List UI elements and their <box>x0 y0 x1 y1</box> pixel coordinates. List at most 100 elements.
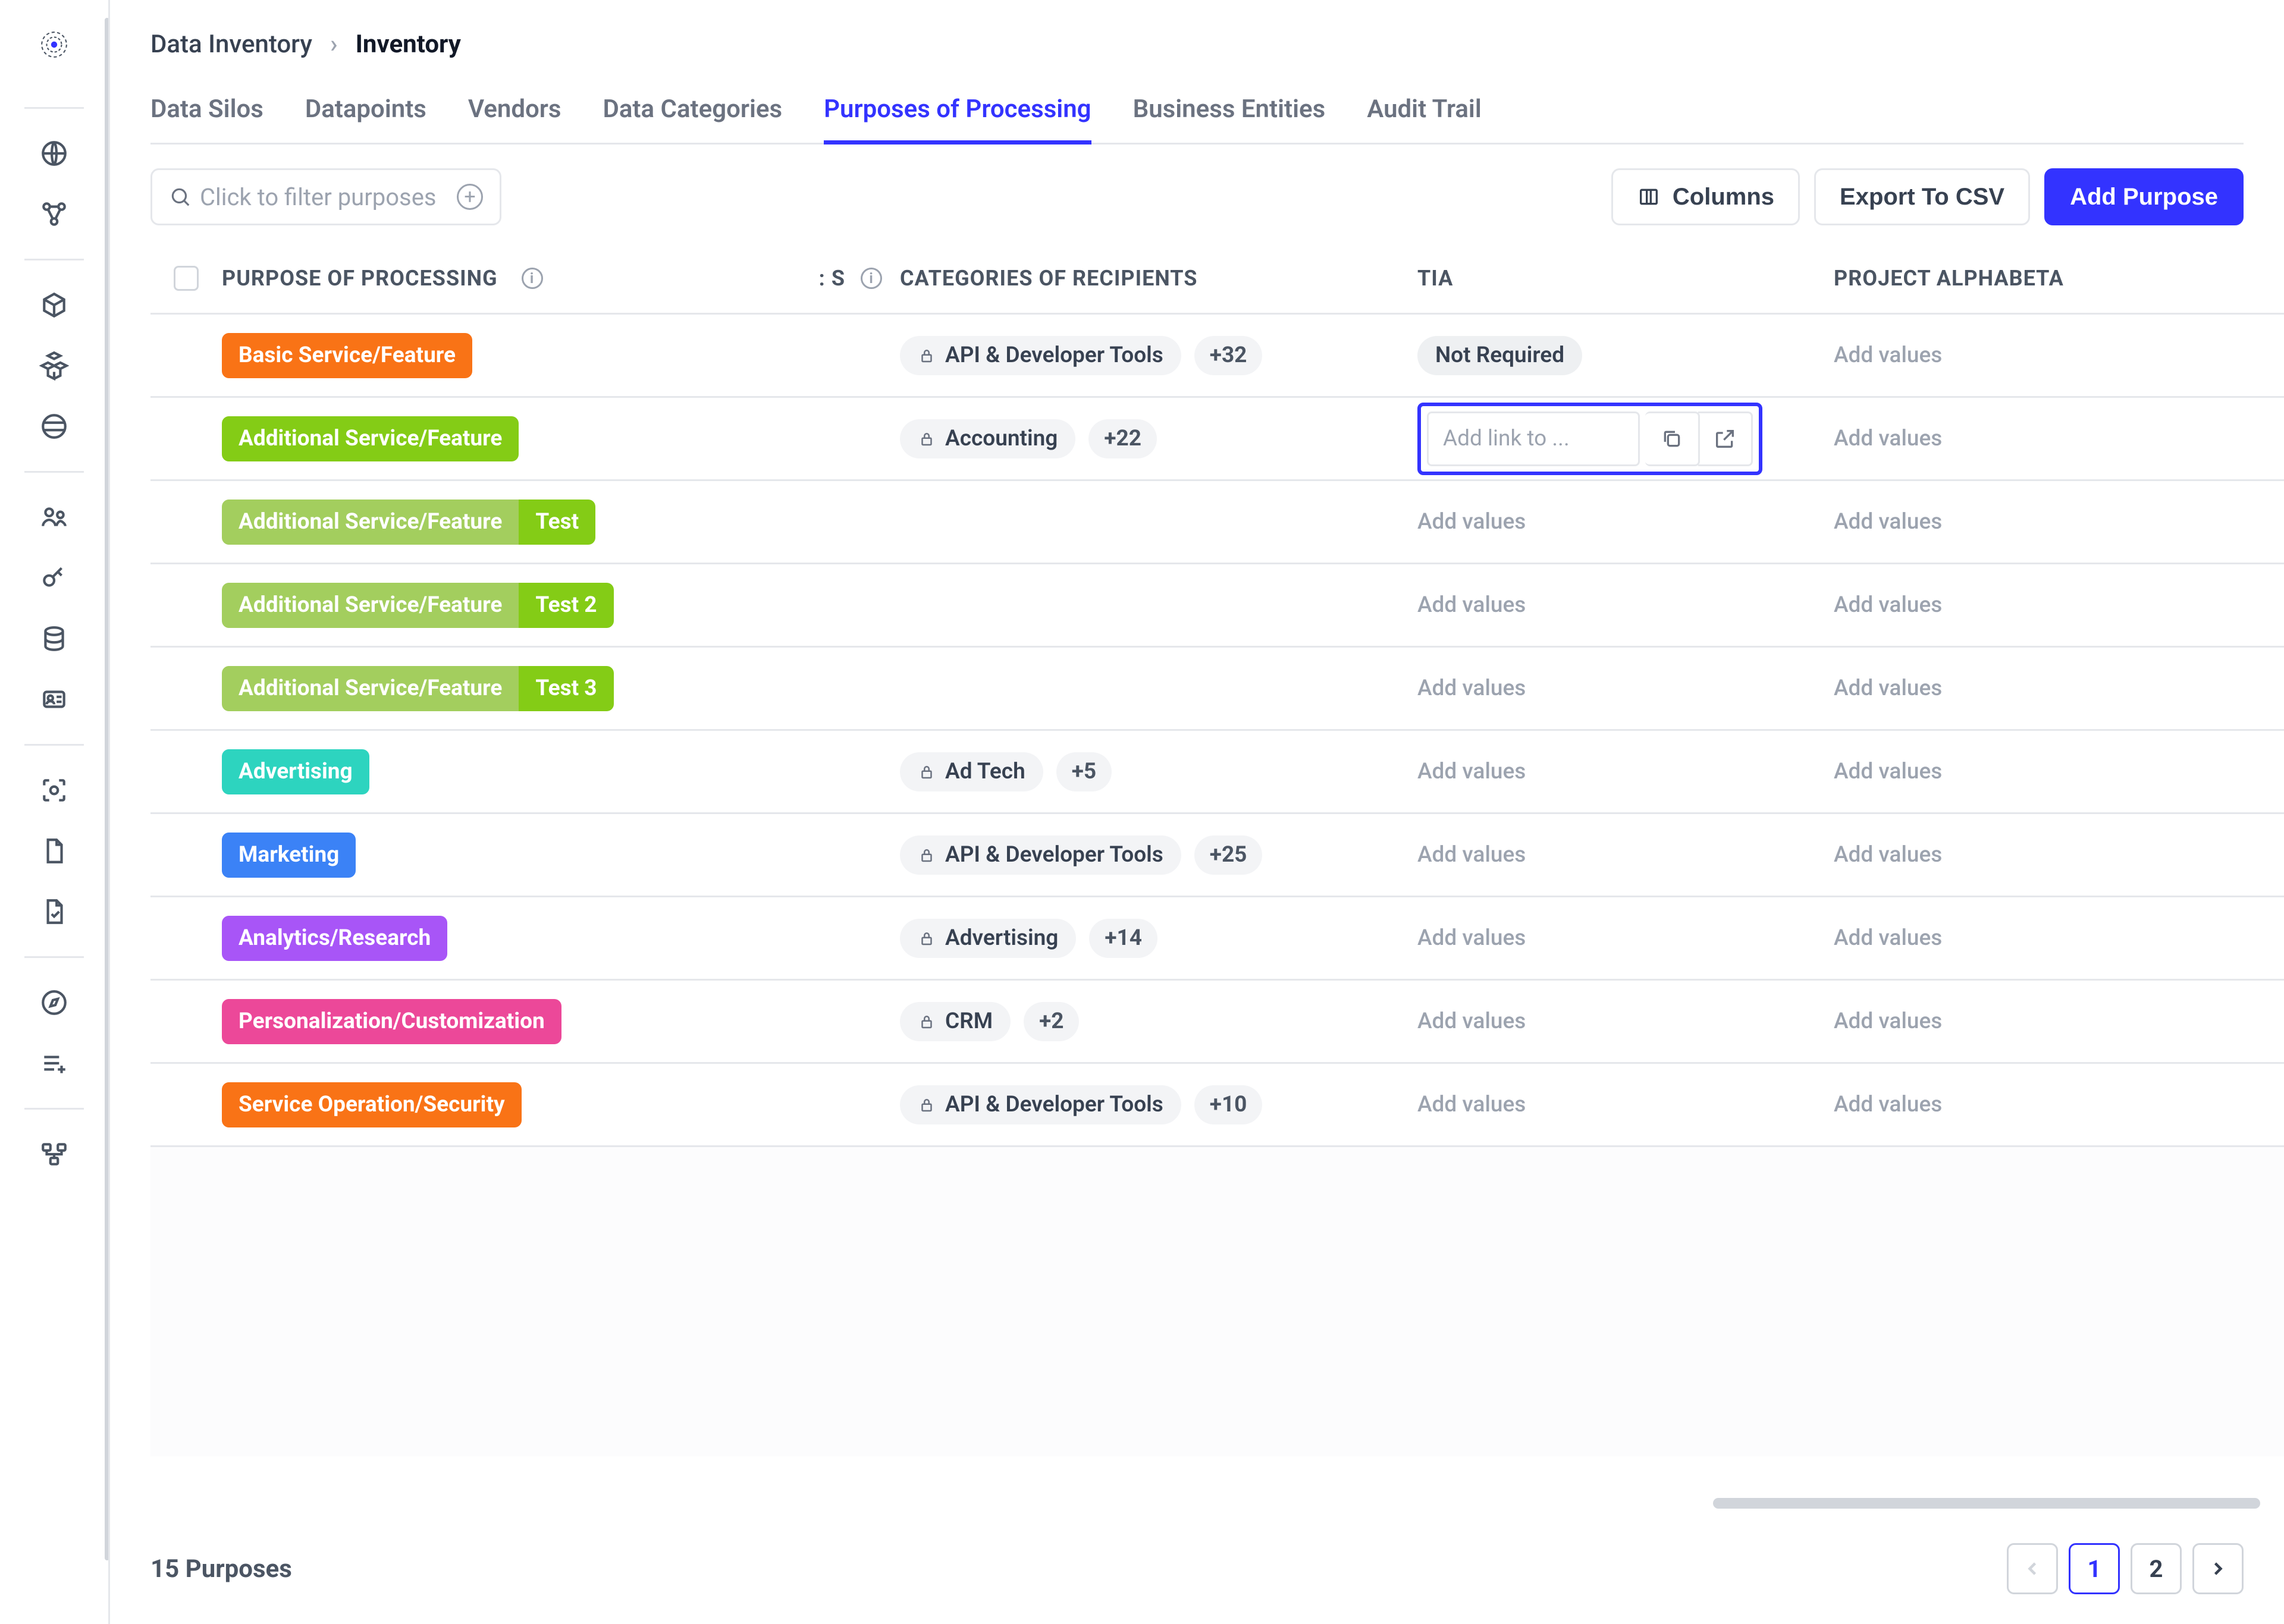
key-icon[interactable] <box>27 551 81 605</box>
tia-chip[interactable]: Not Required <box>1417 336 1582 375</box>
purpose-tag[interactable]: Marketing <box>222 833 356 878</box>
tab-data-categories[interactable]: Data Categories <box>603 95 782 143</box>
category-chip[interactable]: Accounting <box>900 419 1075 458</box>
purpose-tag[interactable]: Additional Service/Feature <box>222 500 519 545</box>
category-count-chip[interactable]: +32 <box>1194 336 1263 375</box>
column-header-alphabeta[interactable]: PROJECT ALPHABETA <box>1834 266 2250 291</box>
category-chip[interactable]: API & Developer Tools <box>900 835 1181 875</box>
filter-input[interactable]: Click to filter purposes + <box>150 168 501 225</box>
category-count-chip[interactable]: +14 <box>1089 919 1157 958</box>
category-count-chip[interactable]: +22 <box>1088 419 1157 458</box>
category-chip[interactable]: Advertising <box>900 919 1076 958</box>
alphabeta-add-values[interactable]: Add values <box>1834 676 1942 701</box>
cube-icon[interactable] <box>27 278 81 332</box>
purpose-tag[interactable]: Additional Service/Feature <box>222 583 519 628</box>
alphabeta-add-values[interactable]: Add values <box>1834 1092 1942 1117</box>
lock-icon <box>918 430 936 448</box>
add-purpose-button[interactable]: Add Purpose <box>2044 168 2244 225</box>
people-icon[interactable] <box>27 491 81 544</box>
tia-add-values[interactable]: Add values <box>1417 925 1526 951</box>
tab-audit-trail[interactable]: Audit Trail <box>1367 95 1482 143</box>
workflow-icon[interactable] <box>27 1127 81 1181</box>
purpose-tag[interactable]: Additional Service/Feature <box>222 416 519 461</box>
purpose-tag[interactable]: Personalization/Customization <box>222 999 561 1044</box>
id-card-icon[interactable] <box>27 673 81 726</box>
category-count-chip[interactable]: +25 <box>1194 835 1263 875</box>
category-chip[interactable]: API & Developer Tools <box>900 336 1181 375</box>
cubes-icon[interactable] <box>27 339 81 392</box>
tia-link-input[interactable]: Add link to ... <box>1427 412 1640 466</box>
document-icon[interactable] <box>27 824 81 878</box>
alphabeta-add-values[interactable]: Add values <box>1834 1009 1942 1034</box>
info-icon[interactable]: i <box>861 268 882 289</box>
alphabeta-add-values[interactable]: Add values <box>1834 842 1942 868</box>
category-count-chip[interactable]: +10 <box>1194 1085 1263 1124</box>
page-button-2[interactable]: 2 <box>2131 1543 2182 1594</box>
page-button-1[interactable]: 1 <box>2069 1543 2120 1594</box>
breadcrumb-root[interactable]: Data Inventory <box>150 30 312 59</box>
compass-icon[interactable] <box>27 976 81 1029</box>
export-csv-button[interactable]: Export To CSV <box>1814 168 2030 225</box>
column-header-purpose[interactable]: PURPOSE OF PROCESSINGi <box>222 266 745 291</box>
category-chip[interactable]: CRM <box>900 1002 1011 1041</box>
column-header-tia[interactable]: TIA <box>1417 266 1834 291</box>
purpose-tag[interactable]: Advertising <box>222 749 369 794</box>
tia-add-values[interactable]: Add values <box>1417 1092 1526 1117</box>
alphabeta-add-values[interactable]: Add values <box>1834 925 1942 951</box>
info-icon[interactable]: i <box>522 268 543 289</box>
tab-data-silos[interactable]: Data Silos <box>150 95 263 143</box>
purpose-tag[interactable]: Additional Service/Feature <box>222 666 519 711</box>
page-next-button[interactable] <box>2192 1543 2244 1594</box>
tia-add-values[interactable]: Add values <box>1417 842 1526 868</box>
category-count-chip[interactable]: +2 <box>1024 1002 1079 1041</box>
select-all-checkbox[interactable] <box>174 266 199 291</box>
column-header-truncated[interactable]: :Si <box>745 266 900 291</box>
open-link-button[interactable] <box>1698 412 1753 466</box>
alphabeta-add-values[interactable]: Add values <box>1834 759 1942 784</box>
tia-add-values[interactable]: Add values <box>1417 509 1526 535</box>
purpose-subtag[interactable]: Test <box>519 500 595 545</box>
columns-icon <box>1637 185 1661 209</box>
horizontal-scrollbar[interactable] <box>1713 1498 2260 1509</box>
alphabeta-add-values[interactable]: Add values <box>1834 509 1942 535</box>
alphabeta-add-values[interactable]: Add values <box>1834 592 1942 618</box>
column-header-categories[interactable]: CATEGORIES OF RECIPIENTS <box>900 266 1417 291</box>
purpose-tag[interactable]: Service Operation/Security <box>222 1082 522 1127</box>
tia-add-values[interactable]: Add values <box>1417 1009 1526 1034</box>
alphabeta-add-values[interactable]: Add values <box>1834 426 1942 451</box>
scan-icon[interactable] <box>27 764 81 817</box>
purpose-subtag[interactable]: Test 3 <box>519 666 613 711</box>
app-logo[interactable] <box>27 18 81 71</box>
purpose-tag[interactable]: Basic Service/Feature <box>222 333 472 378</box>
add-filter-icon[interactable]: + <box>457 184 483 210</box>
copy-link-button[interactable] <box>1645 412 1700 466</box>
category-chip[interactable]: Ad Tech <box>900 752 1043 791</box>
purpose-tag[interactable]: Analytics/Research <box>222 916 447 961</box>
alphabeta-add-values[interactable]: Add values <box>1834 343 1942 368</box>
table-row: Additional Service/FeatureTest 2 Add valu… <box>150 564 2284 648</box>
table-row: Additional Service/FeatureTest 3 Add valu… <box>150 648 2284 731</box>
tab-business-entities[interactable]: Business Entities <box>1133 95 1326 143</box>
tab-purposes-of-processing[interactable]: Purposes of Processing <box>824 95 1091 145</box>
globe-icon[interactable] <box>27 127 81 180</box>
nodes-icon[interactable] <box>27 187 81 241</box>
document-check-icon[interactable] <box>27 885 81 938</box>
page-prev-button[interactable] <box>2007 1543 2058 1594</box>
category-count-chip[interactable]: +5 <box>1056 752 1112 791</box>
tia-add-values[interactable]: Add values <box>1417 759 1526 784</box>
purpose-subtag[interactable]: Test 2 <box>519 583 613 628</box>
table-row: Advertising Ad Tech +5 Add values Add values <box>150 731 2284 814</box>
tia-link-editor[interactable]: Add link to ... <box>1417 403 1762 475</box>
tab-datapoints[interactable]: Datapoints <box>305 95 426 143</box>
tia-add-values[interactable]: Add values <box>1417 676 1526 701</box>
database-icon[interactable] <box>27 612 81 665</box>
lock-icon <box>918 763 936 781</box>
list-plus-icon[interactable] <box>27 1036 81 1090</box>
breadcrumb-current: Inventory <box>356 30 461 59</box>
category-chip[interactable]: API & Developer Tools <box>900 1085 1181 1124</box>
sidebar-divider <box>24 1108 84 1110</box>
tab-vendors[interactable]: Vendors <box>468 95 561 143</box>
globe2-icon[interactable] <box>27 400 81 453</box>
tia-add-values[interactable]: Add values <box>1417 592 1526 618</box>
columns-button[interactable]: Columns <box>1611 168 1800 225</box>
